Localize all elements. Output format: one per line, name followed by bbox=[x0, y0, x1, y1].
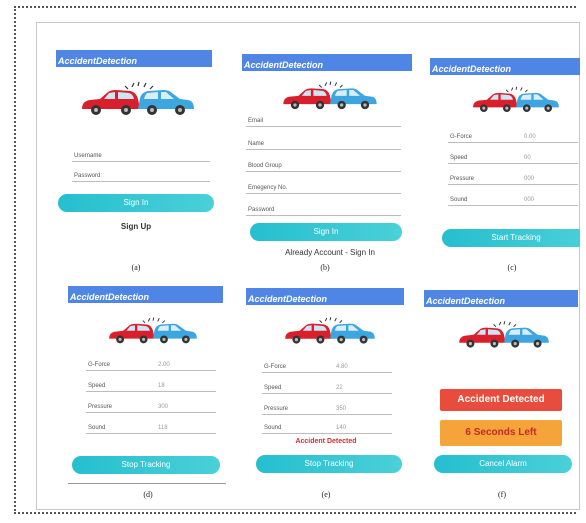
crash-cars-icon bbox=[284, 316, 376, 345]
crash-cars-icon bbox=[458, 320, 550, 349]
emergency-number-field[interactable]: Emegency No. bbox=[246, 183, 401, 194]
password-field[interactable]: Password bbox=[246, 205, 401, 216]
accident-detected-text: Accident Detected bbox=[295, 438, 357, 445]
speed-field: Speed 00 bbox=[448, 153, 578, 164]
caption-f: (f) bbox=[498, 490, 506, 499]
sound-field: Sound 140 bbox=[262, 423, 392, 434]
sign-in-button[interactable]: Sign In bbox=[250, 223, 402, 241]
sound-field: Sound 118 bbox=[86, 423, 216, 434]
pressure-field: Pressure 350 bbox=[262, 404, 392, 415]
screen-accident-detected: AccidentDetection G-Force 4.80 Speed 22 Pr… bbox=[246, 288, 406, 480]
sign-up-link[interactable]: Sign Up bbox=[56, 222, 216, 231]
g-force-field: G-Force 4.80 bbox=[262, 362, 392, 373]
g-force-field: G-Force 0.00 bbox=[448, 132, 578, 143]
start-tracking-button[interactable]: Start Tracking bbox=[442, 229, 580, 247]
blood-group-field[interactable]: Blood Group bbox=[246, 161, 401, 172]
crash-cars-icon bbox=[472, 86, 560, 113]
app-title: AccidentDetection bbox=[424, 290, 578, 307]
caption-b: (b) bbox=[320, 263, 330, 272]
accident-detected-banner: Accident Detected bbox=[440, 389, 562, 411]
g-force-field: G-Force 2.00 bbox=[86, 360, 216, 371]
pressure-field: Pressure 300 bbox=[86, 402, 216, 413]
sign-in-button[interactable]: Sign In bbox=[58, 194, 214, 212]
pressure-field: Pressure 000 bbox=[448, 174, 578, 185]
username-field[interactable]: Username bbox=[72, 151, 210, 162]
screen-alarm: AccidentDetection Accident Detected 6 Se… bbox=[424, 288, 580, 478]
screen-tracking-active: AccidentDetection G-Force 2.00 Speed 18 Pr… bbox=[68, 286, 228, 486]
stop-tracking-button[interactable]: Stop Tracking bbox=[72, 456, 220, 474]
speed-field: Speed 18 bbox=[86, 381, 216, 392]
bottom-divider bbox=[68, 483, 226, 484]
cancel-alarm-button[interactable]: Cancel Alarm bbox=[434, 455, 572, 473]
caption-c: (c) bbox=[507, 263, 517, 272]
caption-d: (d) bbox=[143, 490, 153, 499]
already-account-link[interactable]: Already Account - Sign In bbox=[242, 248, 412, 257]
screen-register: AccidentDetection Email Name Blood Group… bbox=[242, 46, 412, 261]
caption-a: (a) bbox=[131, 263, 141, 272]
app-title: AccidentDetection bbox=[56, 50, 212, 67]
app-title: AccidentDetection bbox=[246, 288, 404, 305]
screen-tracking-idle: AccidentDetection G-Force 0.00 Speed 00 Pr… bbox=[430, 50, 580, 250]
crash-cars-icon bbox=[282, 81, 378, 110]
screen-sign-in: AccidentDetection Username Password Sign… bbox=[56, 44, 216, 274]
password-field[interactable]: Password bbox=[72, 171, 210, 182]
email-field[interactable]: Email bbox=[246, 116, 401, 127]
crash-cars-icon bbox=[81, 81, 195, 116]
speed-field: Speed 22 bbox=[262, 383, 392, 394]
app-title: AccidentDetection bbox=[430, 58, 580, 75]
countdown-banner: 6 Seconds Left bbox=[440, 420, 562, 446]
caption-e: (e) bbox=[321, 490, 331, 499]
app-title: AccidentDetection bbox=[68, 286, 223, 303]
app-title: AccidentDetection bbox=[242, 54, 412, 71]
crash-cars-icon bbox=[108, 316, 198, 344]
sound-field: Sound 000 bbox=[448, 195, 578, 206]
name-field[interactable]: Name bbox=[246, 139, 401, 150]
stop-tracking-button[interactable]: Stop Tracking bbox=[256, 455, 402, 473]
